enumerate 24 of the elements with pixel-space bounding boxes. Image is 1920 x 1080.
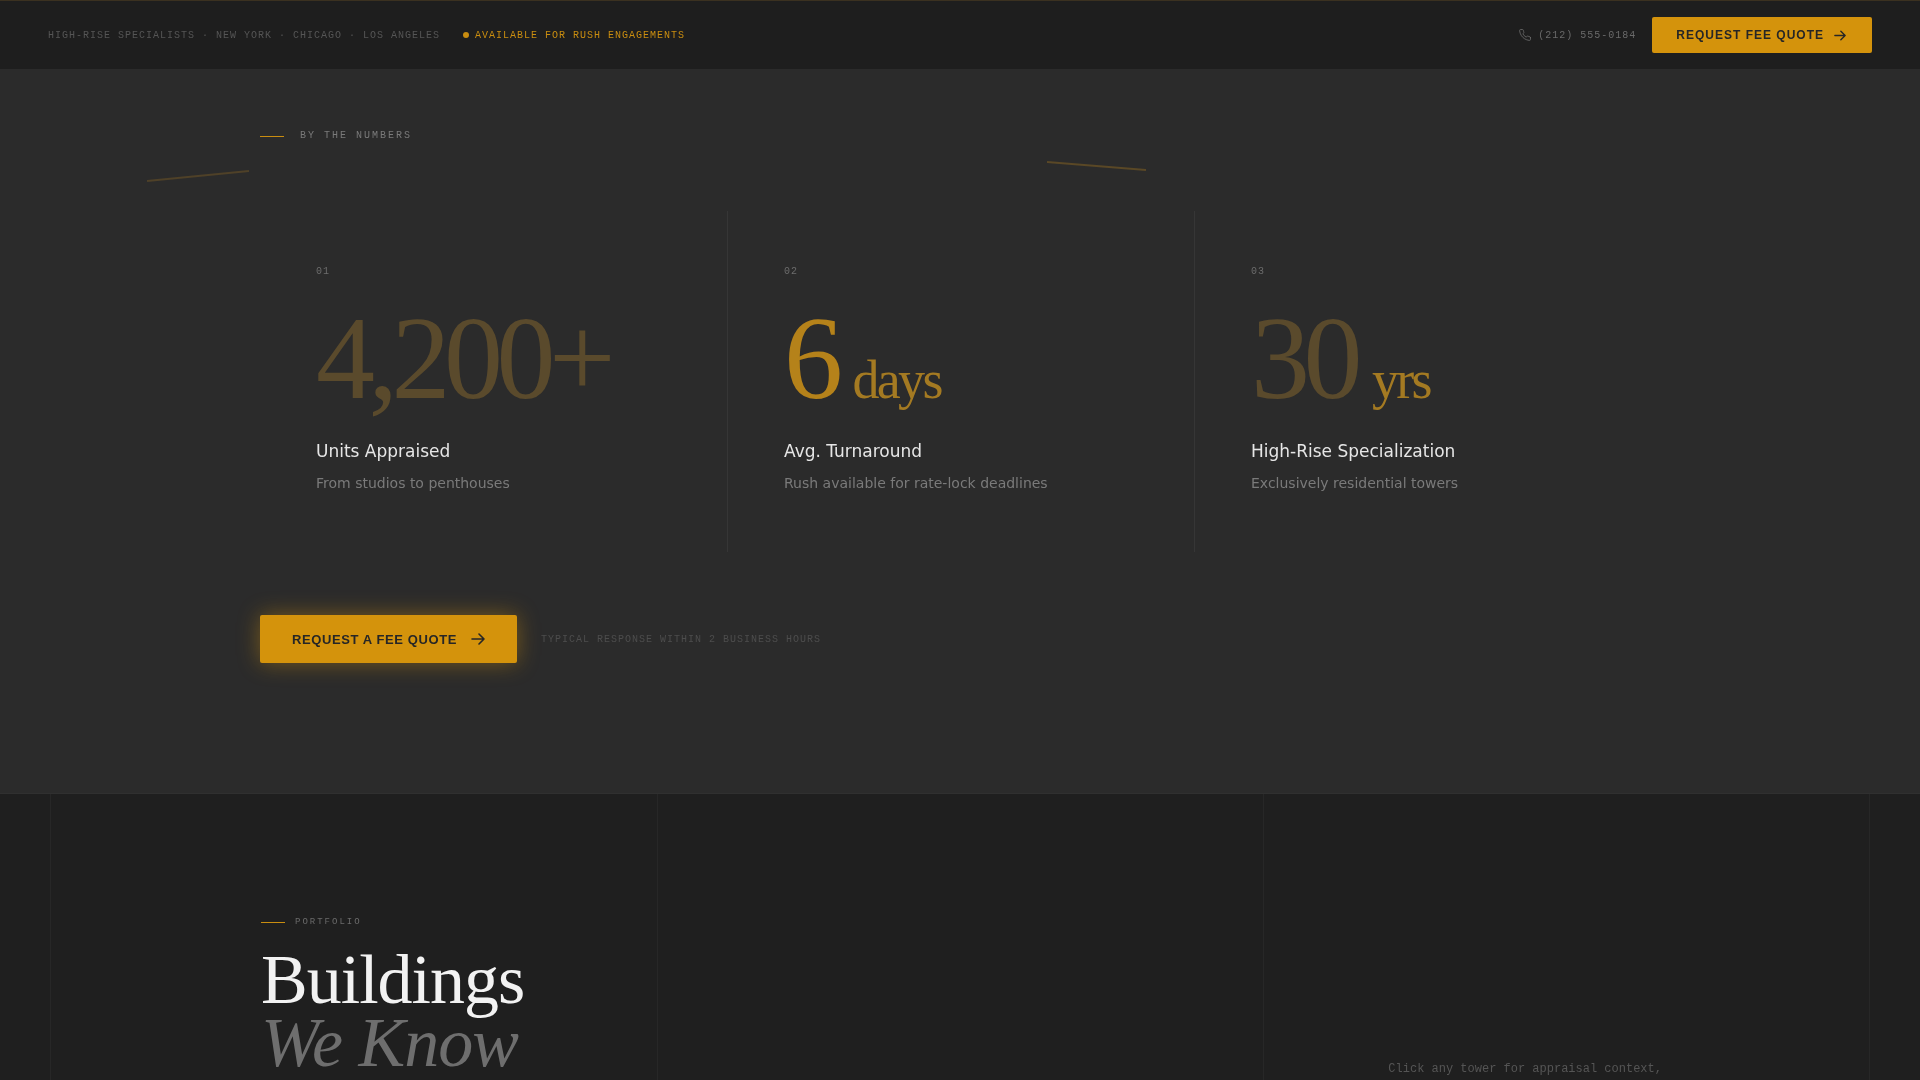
- request-quote-button[interactable]: REQUEST A FEE QUOTE: [260, 615, 517, 663]
- arrow-right-icon: [471, 633, 485, 645]
- eyebrow-rule: [261, 921, 285, 923]
- stat-index: 02: [784, 265, 798, 278]
- stat-description: From studios to penthouses: [316, 474, 510, 493]
- request-quote-button[interactable]: REQUEST FEE QUOTE: [1652, 17, 1872, 53]
- stat-label: High-Rise Specialization: [1251, 440, 1456, 462]
- stat-index: 03: [1251, 265, 1265, 278]
- status-dot-icon: [463, 32, 470, 38]
- phone-icon: [1519, 29, 1532, 41]
- stat-unit: days: [852, 350, 941, 410]
- stat-label: Units Appraised: [316, 440, 451, 462]
- phone-number[interactable]: (212) 555-0184: [1538, 29, 1637, 41]
- eyebrow-rule: [260, 135, 284, 137]
- stat-unit: yrs: [1372, 350, 1430, 410]
- stat-description: Rush available for rate-lock deadlines: [784, 474, 1048, 493]
- stat-value: 6: [784, 293, 837, 424]
- stat-description: Exclusively residential towers: [1251, 474, 1459, 493]
- stat-index: 01: [316, 265, 330, 278]
- eyebrow-label: PORTFOLIO: [295, 916, 362, 928]
- eyebrow-label: BY THE NUMBERS: [300, 130, 412, 142]
- stat-label: Avg. Turnaround: [784, 440, 923, 462]
- availability-text: AVAILABLE FOR RUSH ENGAGEMENTS: [475, 29, 686, 41]
- arrow-right-icon: [1834, 29, 1846, 41]
